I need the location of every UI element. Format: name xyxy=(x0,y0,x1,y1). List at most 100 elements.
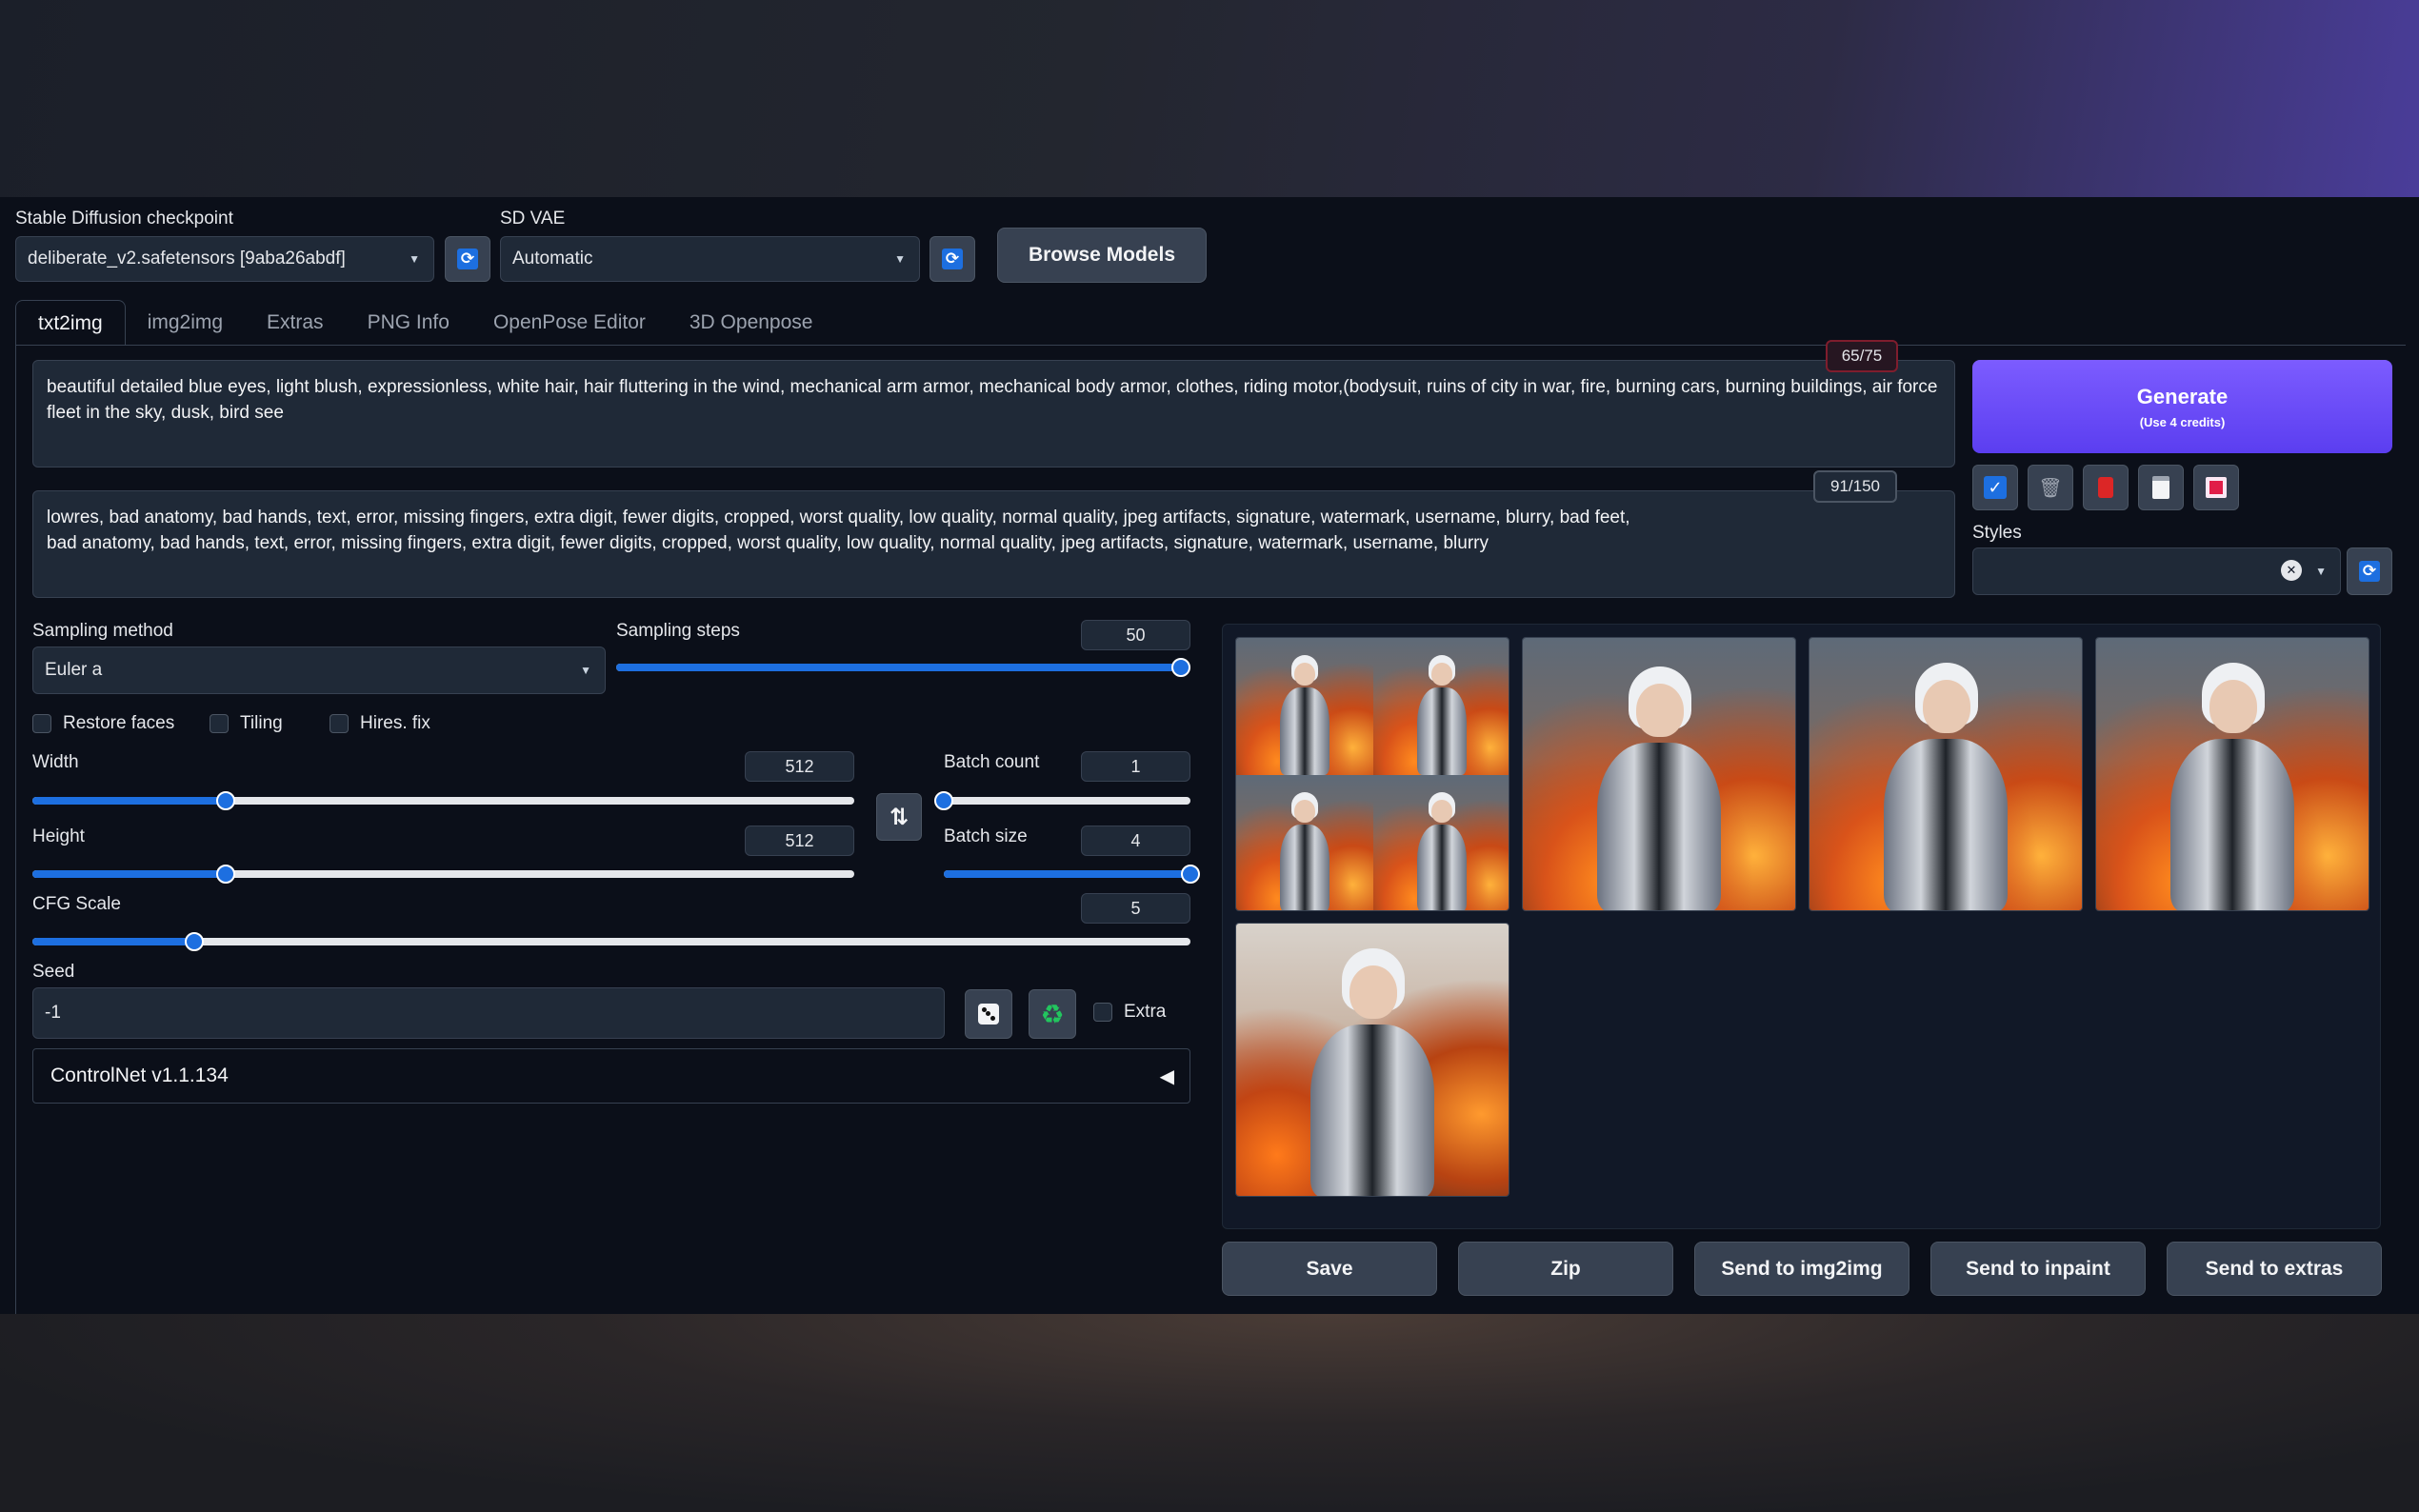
controlnet-label: ControlNet v1.1.134 xyxy=(50,1064,229,1086)
tab-img2img[interactable]: img2img xyxy=(126,300,245,346)
batch-count-slider[interactable] xyxy=(934,791,1190,810)
gallery-image-2[interactable] xyxy=(1809,637,2083,911)
hires-fix-option[interactable]: Hires. fix xyxy=(330,713,430,734)
tab-txt2img[interactable]: txt2img xyxy=(15,300,126,346)
refresh-icon: ⟳ xyxy=(2359,561,2380,582)
slider-thumb[interactable] xyxy=(1181,865,1200,884)
slider-thumb[interactable] xyxy=(1171,658,1190,677)
tab-openpose-editor[interactable]: OpenPose Editor xyxy=(471,300,668,346)
negative-prompt-token-counter: 91/150 xyxy=(1813,470,1897,503)
seed-label: Seed xyxy=(32,962,75,982)
seed-extra-option[interactable]: Extra xyxy=(1093,1002,1166,1023)
browse-models-button[interactable]: Browse Models xyxy=(997,228,1207,283)
slider-fill xyxy=(32,797,226,805)
apply-style-button[interactable] xyxy=(2138,465,2184,510)
recycle-icon: ♻ xyxy=(1040,999,1065,1029)
swap-dimensions-button[interactable]: ⇅ xyxy=(876,793,922,841)
styles-dropdown[interactable]: ✕ ▼ xyxy=(1972,547,2341,595)
gallery-image-3[interactable] xyxy=(2095,637,2369,911)
sampling-method-dropdown[interactable]: Euler a ▼ xyxy=(32,647,606,694)
height-label: Height xyxy=(32,826,85,846)
extra-networks-button[interactable] xyxy=(2083,465,2129,510)
send-to-extras-button[interactable]: Send to extras xyxy=(2167,1242,2382,1296)
floppy-disk-icon xyxy=(2206,477,2227,498)
height-slider[interactable] xyxy=(32,865,854,884)
sampling-steps-input[interactable]: 50 xyxy=(1081,620,1190,650)
webui-app: Stable Diffusion checkpoint deliberate_v… xyxy=(0,197,2419,1314)
slider-fill xyxy=(32,870,226,878)
chevron-down-icon: ▼ xyxy=(580,664,591,677)
batch-size-input[interactable]: 4 xyxy=(1081,826,1190,856)
send-to-img2img-button[interactable]: Send to img2img xyxy=(1694,1242,1909,1296)
reuse-seed-button[interactable]: ♻ xyxy=(1029,989,1076,1039)
tab-png-info[interactable]: PNG Info xyxy=(346,300,471,346)
cfg-scale-label: CFG Scale xyxy=(32,894,121,914)
seed-extra-checkbox[interactable] xyxy=(1093,1003,1112,1022)
negative-prompt-textarea[interactable]: lowres, bad anatomy, bad hands, text, er… xyxy=(32,490,1955,598)
vae-dropdown[interactable]: Automatic ▼ xyxy=(500,236,920,282)
chevron-down-icon: ▼ xyxy=(409,252,420,266)
tab-3d-openpose[interactable]: 3D Openpose xyxy=(668,300,835,346)
restore-faces-label: Restore faces xyxy=(63,713,175,733)
negative-prompt-line-2: bad anatomy, bad hands, text, error, mis… xyxy=(47,533,1489,553)
batch-count-label: Batch count xyxy=(944,752,1040,772)
generate-label: Generate xyxy=(2136,384,2229,408)
slider-fill xyxy=(32,938,195,945)
slider-fill xyxy=(616,664,1181,671)
vae-value: Automatic xyxy=(512,249,593,269)
page-background-top xyxy=(0,0,2419,197)
refresh-styles-button[interactable]: ⟳ xyxy=(2347,547,2392,595)
clear-prompt-button[interactable]: 🗑 xyxy=(2028,465,2073,510)
interrupt-button[interactable]: ✓ xyxy=(1972,465,2018,510)
slider-thumb[interactable] xyxy=(215,791,235,810)
chevron-down-icon: ▼ xyxy=(2315,565,2327,578)
gallery-image-1[interactable] xyxy=(1522,637,1796,911)
checkpoint-dropdown[interactable]: deliberate_v2.safetensors [9aba26abdf] ▼ xyxy=(15,236,434,282)
refresh-vae-button[interactable]: ⟳ xyxy=(930,236,975,282)
chevron-down-icon: ▼ xyxy=(894,252,906,266)
refresh-checkpoint-button[interactable]: ⟳ xyxy=(445,236,490,282)
prompt-textarea[interactable]: beautiful detailed blue eyes, light blus… xyxy=(32,360,1955,468)
sampling-steps-label: Sampling steps xyxy=(616,621,740,641)
gallery-image-grid[interactable] xyxy=(1235,637,1509,911)
slider-thumb[interactable] xyxy=(215,865,235,884)
height-input[interactable]: 512 xyxy=(745,826,854,856)
vae-label: SD VAE xyxy=(500,209,566,229)
batch-size-label: Batch size xyxy=(944,826,1028,846)
hires-fix-checkbox[interactable] xyxy=(330,714,349,733)
tiling-checkbox[interactable] xyxy=(210,714,229,733)
save-button[interactable]: Save xyxy=(1222,1242,1437,1296)
seed-value: -1 xyxy=(45,1003,61,1023)
batch-count-input[interactable]: 1 xyxy=(1081,751,1190,782)
styles-clear-icon[interactable]: ✕ xyxy=(2281,560,2302,581)
seed-input[interactable]: -1 xyxy=(32,987,945,1039)
collapse-arrow-icon[interactable]: ◀ xyxy=(1160,1064,1174,1088)
width-input[interactable]: 512 xyxy=(745,751,854,782)
restore-faces-checkbox[interactable] xyxy=(32,714,51,733)
slider-thumb[interactable] xyxy=(185,932,205,951)
main-tabs: txt2img img2img Extras PNG Info OpenPose… xyxy=(15,300,834,346)
save-style-button[interactable] xyxy=(2193,465,2239,510)
batch-size-slider[interactable] xyxy=(944,865,1200,884)
controlnet-accordion[interactable]: ControlNet v1.1.134 ◀ xyxy=(32,1048,1190,1104)
prompt-token-counter: 65/75 xyxy=(1826,340,1898,372)
restore-faces-option[interactable]: Restore faces xyxy=(32,713,174,734)
slider-thumb[interactable] xyxy=(934,791,953,810)
zip-button[interactable]: Zip xyxy=(1458,1242,1673,1296)
width-slider[interactable] xyxy=(32,791,854,810)
cfg-scale-slider[interactable] xyxy=(32,932,1190,951)
gallery-image-4[interactable] xyxy=(1235,923,1509,1197)
tab-divider xyxy=(15,345,2406,346)
generate-button[interactable]: Generate (Use 4 credits) xyxy=(1972,360,2392,453)
hires-fix-label: Hires. fix xyxy=(360,713,430,733)
tiling-option[interactable]: Tiling xyxy=(210,713,283,734)
cfg-scale-input[interactable]: 5 xyxy=(1081,893,1190,924)
sampling-steps-slider[interactable] xyxy=(616,658,1190,677)
page-background-bottom xyxy=(0,1314,2419,1512)
random-seed-button[interactable] xyxy=(965,989,1012,1039)
checkpoint-label: Stable Diffusion checkpoint xyxy=(15,209,233,229)
styles-label: Styles xyxy=(1972,523,2022,543)
tab-extras[interactable]: Extras xyxy=(245,300,346,346)
send-to-inpaint-button[interactable]: Send to inpaint xyxy=(1930,1242,2146,1296)
negative-prompt-line-1: lowres, bad anatomy, bad hands, text, er… xyxy=(47,507,1630,527)
